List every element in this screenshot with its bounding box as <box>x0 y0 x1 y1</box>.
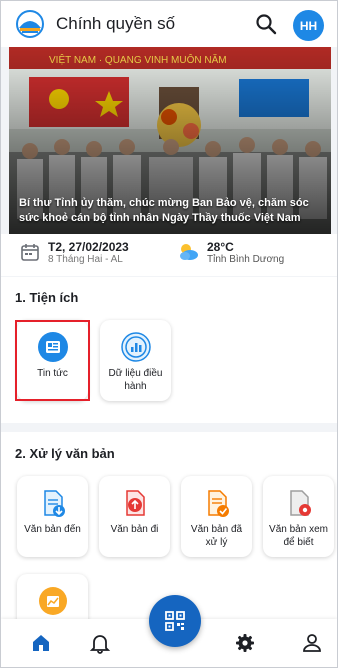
tile-outgoing-label: Văn bản đi <box>110 524 159 535</box>
qr-scan-button[interactable] <box>149 595 201 647</box>
date-weather-bar: T2, 27/02/2023 8 Tháng Hai - AL 28°C Tỉn… <box>1 234 337 276</box>
tile-incoming-documents[interactable]: Văn bản đến <box>17 476 88 557</box>
qr-scan-icon <box>165 611 185 631</box>
solar-date: T2, 27/02/2023 <box>48 240 129 254</box>
top-app-bar: Chính quyền số HH <box>1 1 337 47</box>
report-chart-icon <box>38 587 67 615</box>
user-avatar[interactable]: HH <box>293 10 324 41</box>
banner-caption: Bí thư Tỉnh ủy thăm, chúc mừng Ban Bảo v… <box>19 197 309 224</box>
province-logo-icon <box>16 10 44 38</box>
tile-processed-label: Văn bản đã xử lý <box>190 524 243 548</box>
tile-operational-data-label: Dữ liệu điều hành <box>108 368 163 392</box>
search-icon[interactable] <box>254 12 278 36</box>
tile-outgoing-documents[interactable]: Văn bản đi <box>99 476 170 557</box>
processed-document-icon <box>207 490 229 517</box>
utilities-title: 1. Tiện ích <box>15 290 79 305</box>
tile-operational-data[interactable]: Dữ liệu điều hành <box>100 320 171 401</box>
documents-title: 2. Xử lý văn bản <box>15 446 115 461</box>
bell-icon[interactable] <box>89 632 111 654</box>
tile-processed-documents[interactable]: Văn bản đã xử lý <box>181 476 252 557</box>
tile-view-label: Văn bản xem để biết <box>269 524 328 548</box>
settings-gear-icon[interactable] <box>234 632 256 654</box>
view-document-icon <box>289 490 311 516</box>
dashboard-chart-icon <box>120 332 151 362</box>
partly-cloudy-icon <box>180 244 198 260</box>
incoming-document-icon <box>43 490 65 517</box>
app-title: Chính quyền số <box>56 14 176 33</box>
calendar-icon <box>21 244 39 261</box>
app-screen: Chính quyền số HH VIỆT NAM · QUANG VINH … <box>0 0 338 668</box>
tile-view-documents[interactable]: Văn bản xem để biết <box>263 476 334 557</box>
news-banner[interactable]: VIỆT NAM · QUANG VINH MUÔN NĂM <box>9 47 331 234</box>
selection-highlight <box>15 320 90 401</box>
temperature: 28°C <box>207 240 234 254</box>
location: Tỉnh Bình Dương <box>207 254 285 265</box>
lunar-date: 8 Tháng Hai - AL <box>48 254 123 265</box>
user-profile-icon[interactable] <box>301 632 323 654</box>
tile-incoming-label: Văn bản đến <box>24 524 81 535</box>
home-icon[interactable] <box>30 632 52 654</box>
utilities-section: 1. Tiện ích Tin tức Dữ liệu điều hành <box>1 277 337 423</box>
outgoing-document-icon <box>125 490 145 516</box>
